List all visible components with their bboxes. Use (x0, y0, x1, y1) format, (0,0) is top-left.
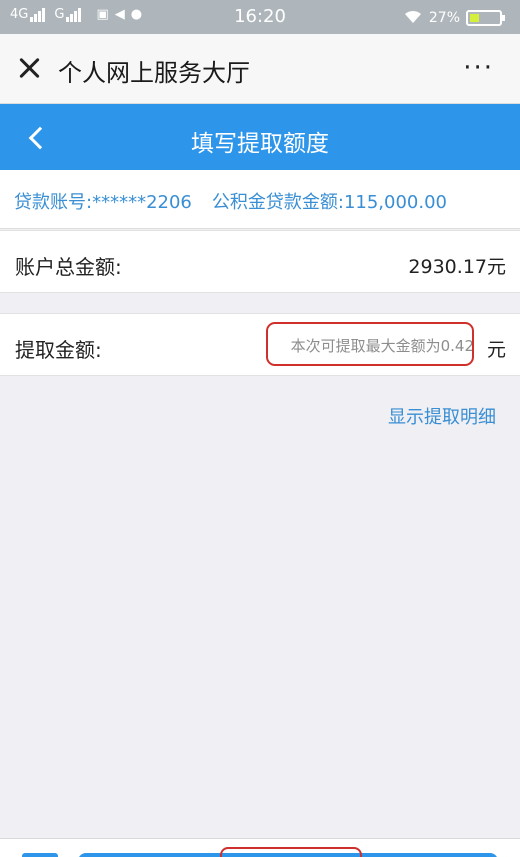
app-header: 填写提取额度 (0, 104, 520, 170)
show-withdraw-detail-link[interactable]: 显示提取明细 (388, 403, 496, 429)
close-icon[interactable] (15, 54, 43, 82)
status-bar: 4G G ▣ ◀ ● 16:20 27% (0, 0, 520, 34)
wifi-icon (403, 8, 423, 28)
account-total-value: 2930.17元 (408, 256, 506, 278)
withdraw-amount-unit: 元 (486, 339, 506, 361)
withdraw-amount-input[interactable] (200, 332, 474, 360)
wechat-page-title: 个人网上服务大厅 (58, 59, 250, 87)
account-total-label: 账户总金额: (15, 255, 122, 279)
submit-button[interactable] (78, 853, 498, 857)
page-title: 填写提取额度 (191, 131, 329, 157)
wechat-nav-bar: 个人网上服务大厅 ··· (0, 34, 520, 104)
account-total-row: 账户总金额: 2930.17元 (0, 230, 520, 293)
withdraw-amount-label: 提取金额: (15, 338, 102, 362)
loan-info-band: 贷款账号:******2206 公积金贷款金额:115,000.00 (0, 170, 520, 229)
bottom-secondary-button[interactable] (22, 853, 58, 857)
loan-amount: 公积金贷款金额:115,000.00 (211, 192, 447, 213)
battery-percent: 27% (428, 10, 460, 26)
withdraw-amount-row: 提取金额: 元 (0, 313, 520, 376)
more-icon[interactable]: ··· (463, 54, 494, 82)
loan-account-number: 贷款账号:******2206 (14, 192, 192, 213)
bottom-action-bar (0, 838, 520, 857)
status-right: 27% (403, 8, 505, 28)
loan-info-text: 贷款账号:******2206 公积金贷款金额:115,000.00 (14, 188, 447, 214)
battery-icon (466, 10, 505, 26)
